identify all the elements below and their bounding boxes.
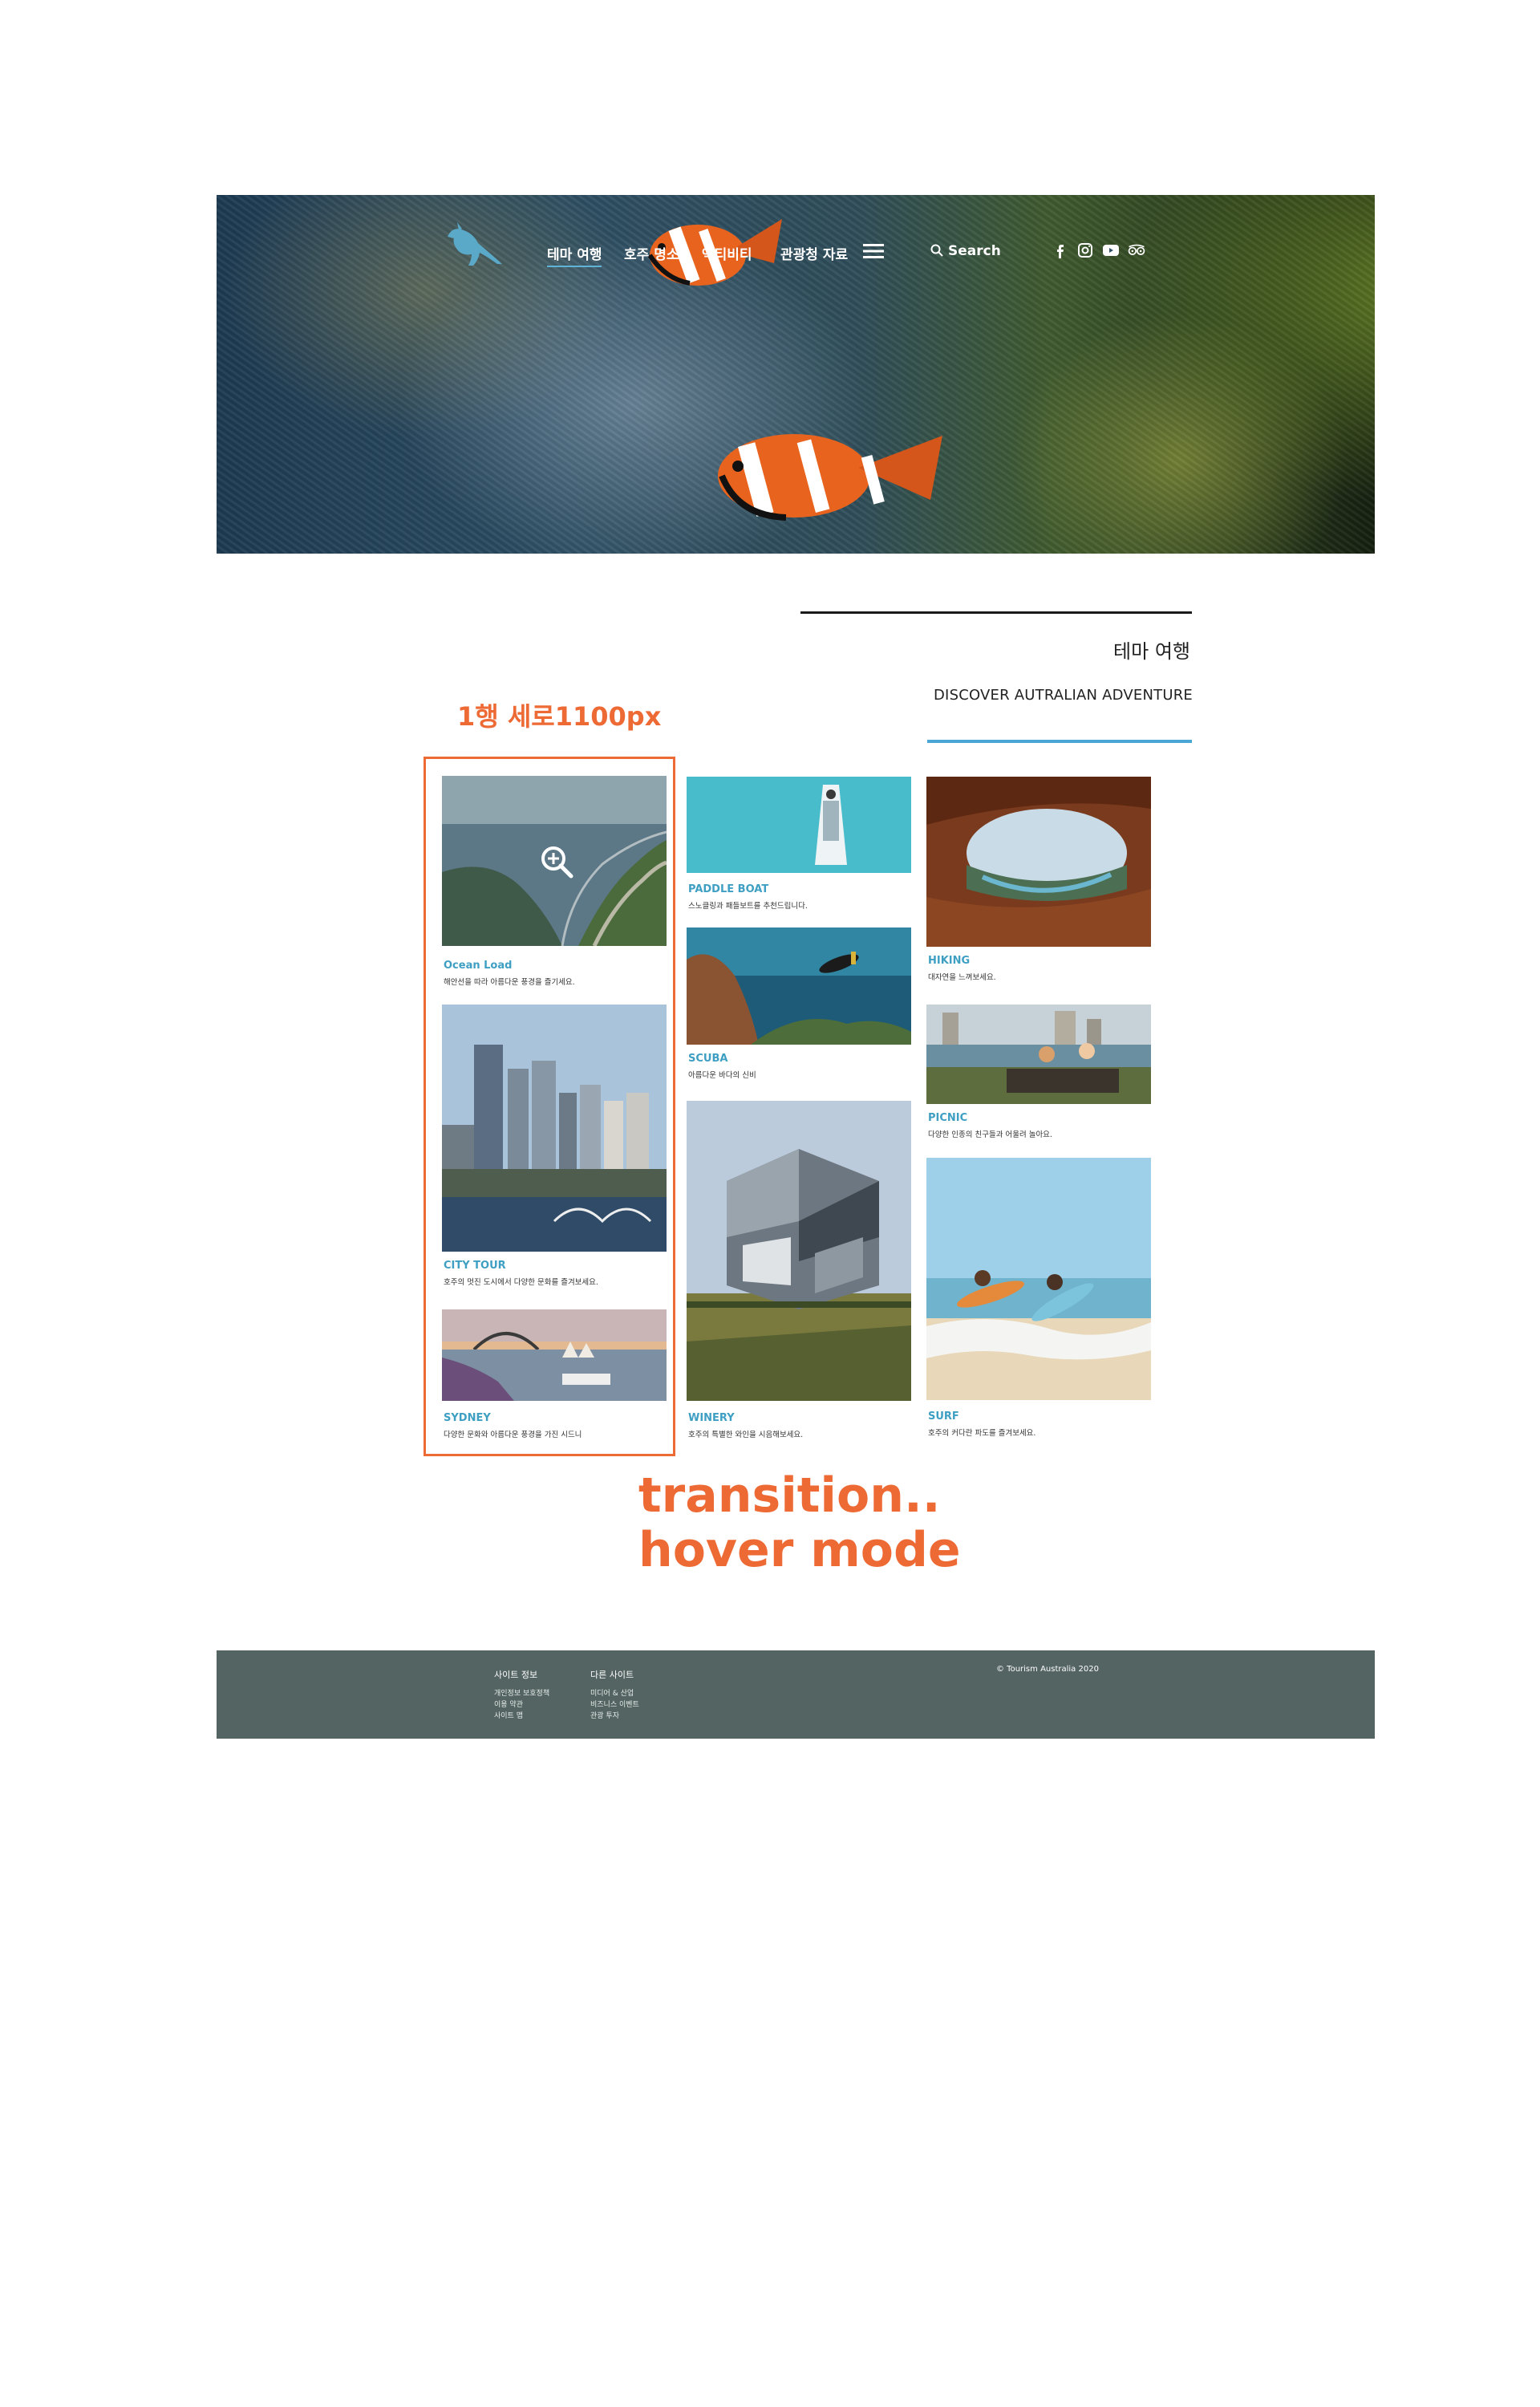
instagram-icon[interactable] (1076, 242, 1095, 259)
surf-image[interactable] (926, 1158, 1151, 1400)
card-title-paddle-boat[interactable]: PADDLE BOAT (688, 883, 768, 895)
card-desc-picnic: 다양한 인종의 친구들과 어울려 놀아요. (928, 1130, 1052, 1139)
paddle-boat-image[interactable] (687, 777, 911, 873)
card-desc-winery: 호주의 특별한 와인을 시음해보세요. (688, 1431, 804, 1439)
copyright-text: © Tourism Australia 2020 (996, 1665, 1099, 1674)
section-subtitle: DISCOVER AUTRALIAN ADVENTURE (934, 687, 1193, 704)
search-label: Search (948, 243, 1001, 259)
card-title-scuba[interactable]: SCUBA (688, 1053, 727, 1065)
card-title-surf[interactable]: SURF (928, 1411, 959, 1423)
footer-link-investment[interactable]: 관광 투자 (590, 1710, 619, 1720)
card-desc-sydney: 다양한 문화와 아름다운 풍경을 가진 시드니 (444, 1431, 582, 1439)
card-desc-hiking: 대자연을 느껴보세요. (928, 973, 996, 982)
top-navigation: 테마 여행 호주 명소 액티비티 관광청 자료 Search (217, 195, 1375, 283)
search-button[interactable]: Search (930, 243, 1001, 259)
picnic-image[interactable] (926, 1005, 1151, 1104)
card-desc-city-tour: 호주의 멋진 도시에서 다양한 문화를 즐겨보세요. (444, 1278, 598, 1287)
hiking-image[interactable] (926, 777, 1151, 947)
winery-image[interactable] (687, 1101, 911, 1401)
youtube-icon[interactable] (1101, 242, 1121, 259)
tripadvisor-icon[interactable] (1127, 242, 1146, 259)
annotation-row-height: 1행 세로1100px (457, 701, 662, 732)
city-tour-image[interactable] (442, 1005, 667, 1252)
footer-heading-other-sites: 다른 사이트 (590, 1670, 634, 1680)
card-title-winery[interactable]: WINERY (688, 1412, 735, 1424)
section-title: 테마 여행 (1113, 640, 1190, 663)
hamburger-menu-icon[interactable] (863, 243, 884, 259)
nav-item-activities[interactable]: 액티비티 (702, 243, 752, 263)
footer-link-sitemap[interactable]: 사이트 맵 (494, 1710, 523, 1720)
scuba-image[interactable] (687, 927, 911, 1045)
card-desc-scuba: 아름다운 바다의 신비 (688, 1071, 756, 1080)
footer-link-business-events[interactable]: 비즈니스 이벤트 (590, 1699, 639, 1709)
footer-link-privacy[interactable]: 개인정보 보호정책 (494, 1687, 549, 1698)
footer-heading-site-info: 사이트 정보 (494, 1670, 538, 1680)
clownfish-image (718, 434, 942, 521)
nav-item-theme-travel[interactable]: 테마 여행 (547, 243, 602, 267)
hero-banner: 테마 여행 호주 명소 액티비티 관광청 자료 Search (217, 195, 1375, 554)
card-desc-ocean-road: 해안선을 따라 아름다운 풍경을 즐기세요. (444, 978, 575, 987)
card-desc-surf: 호주의 커다란 파도를 즐겨보세요. (928, 1429, 1036, 1438)
section-accent-rule (927, 740, 1192, 743)
footer-link-media[interactable]: 미디어 & 산업 (590, 1687, 634, 1698)
card-title-city-tour[interactable]: CITY TOUR (444, 1260, 506, 1272)
zoom-in-icon[interactable] (539, 844, 574, 879)
card-title-picnic[interactable]: PICNIC (928, 1112, 967, 1124)
search-icon (930, 244, 943, 257)
section-top-rule (800, 611, 1192, 614)
card-desc-paddle-boat: 스노클링과 패들보트를 추천드립니다. (688, 902, 808, 911)
card-title-sydney[interactable]: SYDNEY (444, 1412, 491, 1424)
annotation-hover-mode: transition.. hover mode (638, 1467, 961, 1578)
nav-item-tourism-resources[interactable]: 관광청 자료 (780, 243, 848, 263)
nav-item-attractions[interactable]: 호주 명소 (624, 243, 679, 263)
sydney-image[interactable] (442, 1309, 667, 1401)
card-title-hiking[interactable]: HIKING (928, 955, 970, 967)
footer-link-terms[interactable]: 이용 약관 (494, 1699, 523, 1709)
kangaroo-logo-icon[interactable] (441, 219, 505, 267)
facebook-icon[interactable] (1051, 242, 1070, 259)
card-title-ocean-road[interactable]: Ocean Load (444, 960, 512, 972)
site-footer: 사이트 정보 개인정보 보호정책 이용 약관 사이트 맵 다른 사이트 미디어 … (217, 1650, 1375, 1739)
